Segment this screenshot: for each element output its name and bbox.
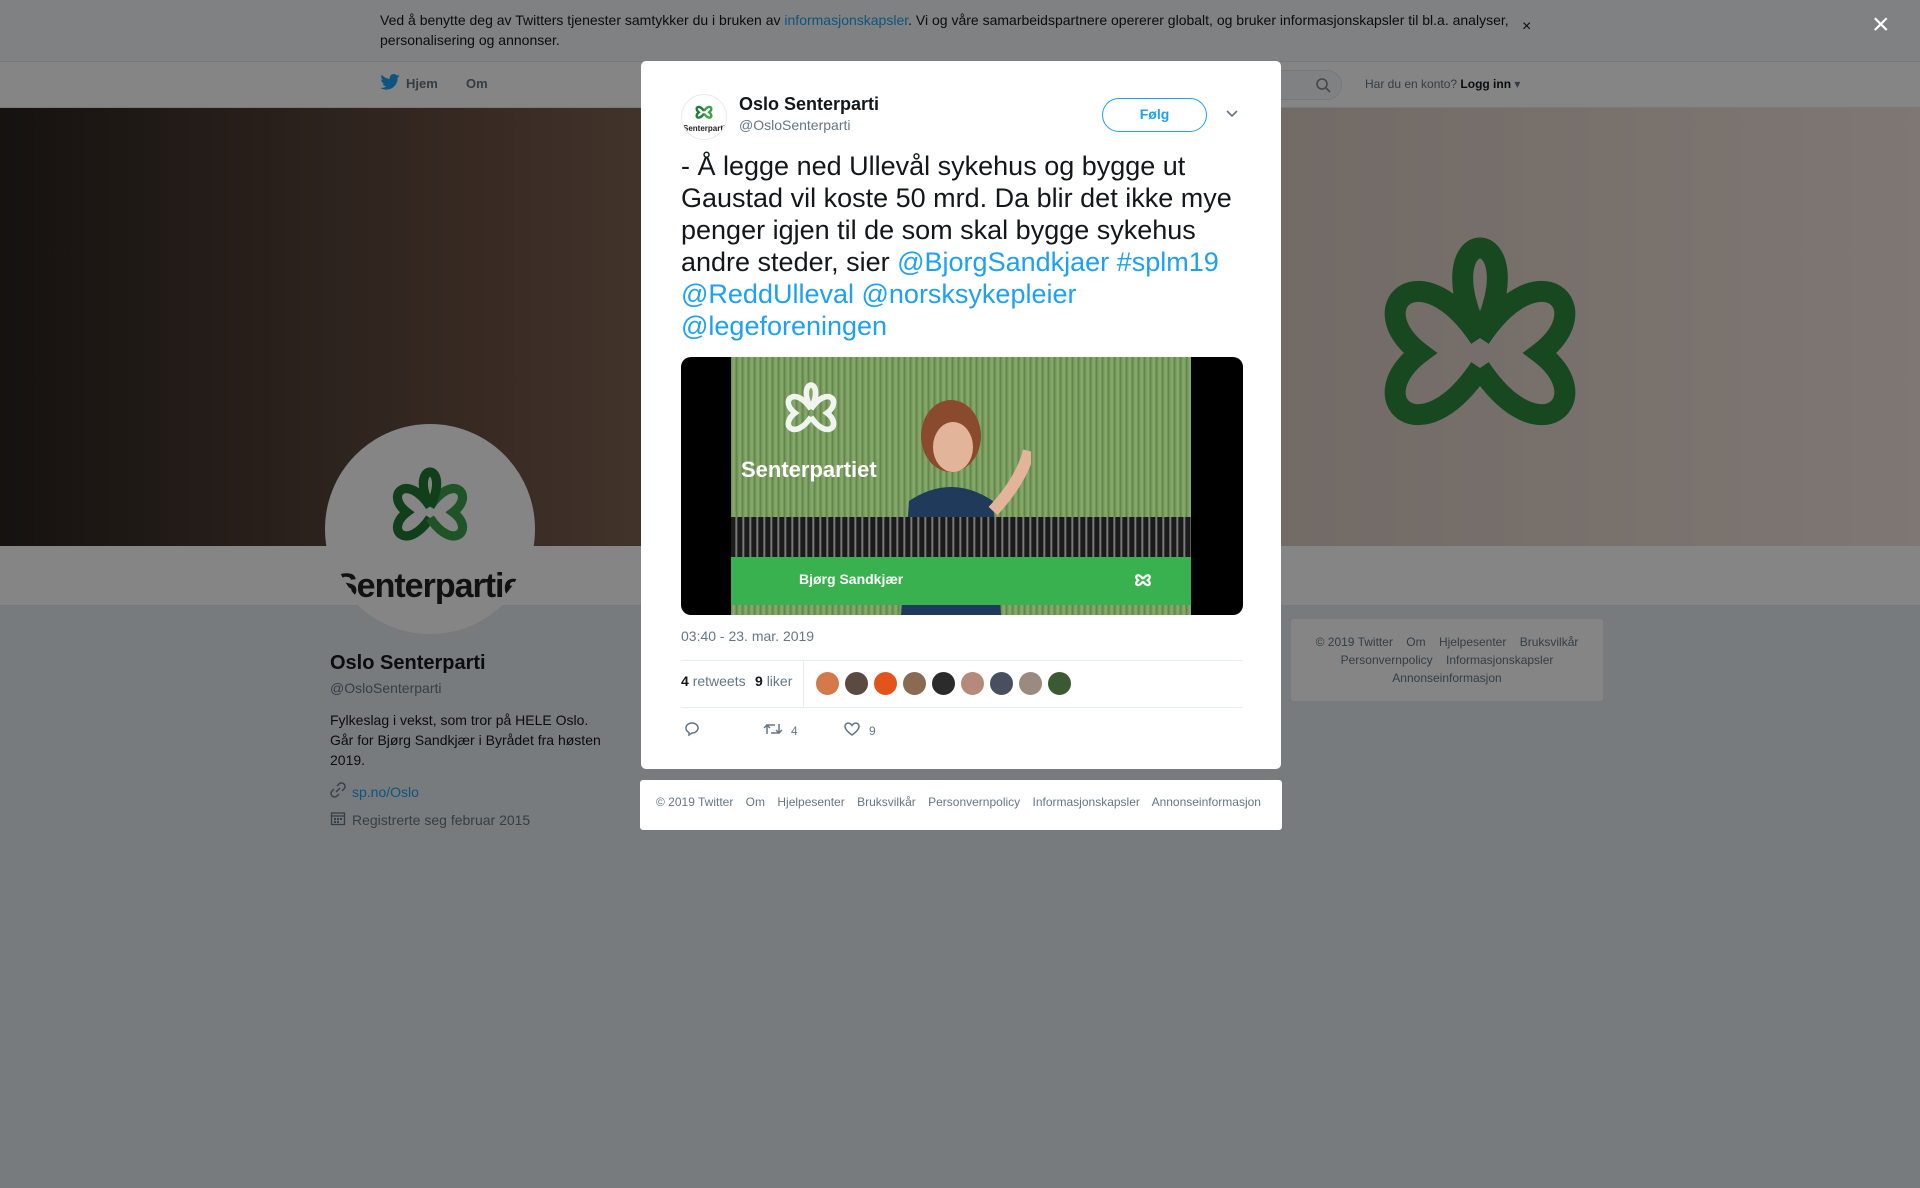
footer-link-terms[interactable]: Bruksvilkår (857, 795, 916, 809)
retweet-action-count: 4 (791, 723, 798, 738)
liker-avatar[interactable] (873, 671, 898, 696)
liker-avatars (815, 671, 1072, 696)
clover-logo-icon (1135, 574, 1151, 587)
reply-button[interactable] (683, 721, 701, 740)
close-icon[interactable]: × (1872, 10, 1890, 40)
retweet-icon (763, 721, 783, 740)
footer-link-about[interactable]: Om (746, 795, 765, 809)
retweet-button[interactable]: 4 (763, 721, 798, 740)
clover-logo-icon (785, 382, 837, 433)
video-frame: Senterpartiet Bjørg Sandkjær (731, 357, 1191, 615)
footer-link-help[interactable]: Hjelpesenter (777, 795, 844, 809)
footer-copyright: © 2019 Twitter (656, 795, 734, 809)
video-stage-bars (731, 517, 1191, 557)
like-count-value: 9 (755, 673, 763, 689)
liker-avatar[interactable] (1018, 671, 1043, 696)
like-button[interactable]: 9 (843, 721, 876, 740)
like-count-label: liker (766, 673, 793, 689)
tweet-author-handle[interactable]: @OsloSenterparti (739, 117, 850, 133)
video-caption: Bjørg Sandkjær (799, 571, 904, 587)
hashtag-link[interactable]: #splm19 (1117, 247, 1219, 277)
tweet-modal: Senterpartie Oslo Senterparti @OsloSente… (641, 61, 1281, 769)
heart-icon (843, 721, 861, 740)
modal-footer-links: © 2019 Twitter Om Hjelpesenter Bruksvilk… (640, 780, 1282, 830)
reply-icon (683, 721, 701, 740)
chevron-down-icon[interactable] (1225, 106, 1239, 124)
mention-link[interactable]: @ReddUlleval (681, 279, 854, 309)
mention-link[interactable]: @BjorgSandkjaer (897, 247, 1109, 277)
like-count[interactable]: 9 liker (755, 673, 792, 689)
retweet-count-label: retweets (692, 673, 746, 689)
tweet-video[interactable]: Senterpartiet Bjørg Sandkjær (681, 357, 1243, 615)
liker-avatar[interactable] (931, 671, 956, 696)
footer-link-ads[interactable]: Annonseinformasjon (1152, 795, 1261, 809)
tweet-author-name[interactable]: Oslo Senterparti (739, 94, 879, 115)
tweet-actions: 4 9 (681, 721, 1243, 751)
mention-link[interactable]: @legeforeningen (681, 311, 887, 341)
footer-link-privacy[interactable]: Personvernpolicy (928, 795, 1020, 809)
tweet-timestamp[interactable]: 03:40 - 23. mar. 2019 (681, 628, 814, 644)
liker-avatar[interactable] (960, 671, 985, 696)
video-stage-wordmark: Senterpartiet (741, 457, 877, 482)
liker-avatar[interactable] (844, 671, 869, 696)
liker-avatar[interactable] (902, 671, 927, 696)
follow-button[interactable]: Følg (1102, 98, 1207, 132)
liker-avatar[interactable] (815, 671, 840, 696)
stats-divider (803, 661, 804, 707)
mention-link[interactable]: @norsksykepleier (862, 279, 1077, 309)
liker-avatar[interactable] (1047, 671, 1072, 696)
footer-link-cookies[interactable]: Informasjonskapsler (1033, 795, 1140, 809)
tweet-text: - Å legge ned Ullevål sykehus og bygge u… (681, 150, 1251, 342)
like-action-count: 9 (869, 723, 876, 738)
avatar-wordmark: Senterpartie (683, 124, 727, 133)
tweet-stats: 4 retweets 9 liker (681, 660, 1243, 708)
clover-logo-icon (695, 105, 713, 119)
retweet-count-value: 4 (681, 673, 689, 689)
retweet-count[interactable]: 4 retweets (681, 673, 746, 689)
liker-avatar[interactable] (989, 671, 1014, 696)
tweet-author-avatar[interactable]: Senterpartie (681, 94, 727, 140)
